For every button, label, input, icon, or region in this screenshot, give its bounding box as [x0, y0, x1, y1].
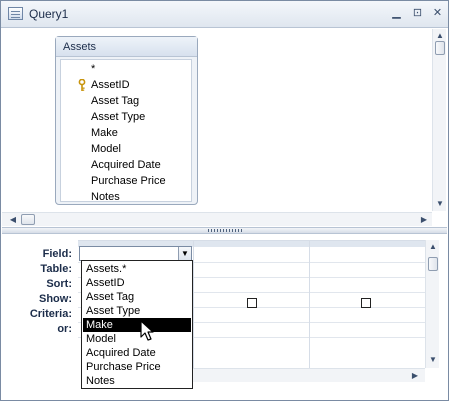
row-label-field: Field:: [42, 248, 72, 260]
mouse-cursor-icon: [140, 320, 154, 341]
field-label: Notes: [91, 191, 120, 203]
dropdown-option-purchase-price[interactable]: Purchase Price: [83, 360, 191, 374]
scroll-up-arrow-icon[interactable]: ▲: [426, 240, 440, 254]
field-list[interactable]: * AssetID Asset Tag Asset Type Make Mode…: [60, 59, 192, 203]
primary-key-icon: [78, 79, 86, 91]
table-title[interactable]: Assets: [56, 37, 197, 57]
field-item-model[interactable]: Model: [61, 142, 191, 158]
field-item-asset-tag[interactable]: Asset Tag: [61, 94, 191, 110]
scroll-thumb[interactable]: [21, 214, 35, 225]
row-label-criteria: Criteria:: [29, 308, 72, 320]
query-icon: [8, 7, 23, 20]
scroll-down-arrow-icon[interactable]: ▼: [426, 353, 440, 367]
grid-line: [309, 241, 310, 369]
scroll-thumb[interactable]: [428, 257, 438, 271]
lower-horizontal-scrollbar[interactable]: ▶: [192, 368, 425, 382]
field-item-acquired-date[interactable]: Acquired Date: [61, 158, 191, 174]
scroll-thumb[interactable]: [435, 41, 445, 55]
query-window: Query1 ▁ ⊡ ✕ Assets * AssetID Asset Tag …: [0, 0, 449, 401]
dropdown-option-model[interactable]: Model: [83, 332, 191, 346]
row-label-table: Table:: [40, 263, 72, 275]
field-dropdown-list[interactable]: Assets.* AssetID Asset Tag Asset Type Ma…: [81, 260, 193, 389]
row-label-show: Show:: [39, 293, 72, 305]
show-checkbox-column-2[interactable]: [247, 298, 257, 308]
field-label: Asset Type: [91, 111, 146, 123]
minimize-button[interactable]: ▁: [390, 7, 403, 19]
table-pane[interactable]: Assets * AssetID Asset Tag Asset Type Ma…: [2, 29, 447, 227]
field-label: AssetID: [91, 79, 130, 91]
splitter-grip-icon[interactable]: [208, 229, 244, 232]
column-selector[interactable]: [310, 241, 426, 247]
field-label: Make: [91, 127, 118, 139]
field-input[interactable]: ▼: [79, 246, 192, 261]
lower-vertical-scrollbar[interactable]: ▲ ▼: [425, 240, 439, 368]
close-button[interactable]: ✕: [431, 7, 444, 19]
field-item-notes[interactable]: Notes: [61, 190, 191, 206]
scroll-down-arrow-icon[interactable]: ▼: [433, 197, 447, 211]
chevron-down-icon[interactable]: ▼: [178, 247, 191, 260]
field-label: *: [91, 63, 96, 75]
field-item-asset-type[interactable]: Asset Type: [61, 110, 191, 126]
restore-button[interactable]: ⊡: [411, 7, 424, 19]
dropdown-option-asset-tag[interactable]: Asset Tag: [83, 290, 191, 304]
row-label-or: or:: [57, 323, 72, 335]
dropdown-option-make[interactable]: Make: [83, 318, 191, 332]
scroll-right-arrow-icon[interactable]: ▶: [408, 369, 422, 383]
field-label: Model: [91, 143, 121, 155]
dropdown-option-notes[interactable]: Notes: [83, 374, 191, 388]
scroll-right-arrow-icon[interactable]: ▶: [417, 213, 431, 227]
dropdown-option-assetid[interactable]: AssetID: [83, 276, 191, 290]
field-label: Acquired Date: [91, 159, 161, 171]
upper-vertical-scrollbar[interactable]: ▲ ▼: [432, 29, 446, 211]
dropdown-option-asset-type[interactable]: Asset Type: [83, 304, 191, 318]
pane-splitter[interactable]: [2, 227, 447, 234]
design-grid-pane[interactable]: Field: Table: Sort: Show: Criteria: or: …: [2, 235, 447, 400]
field-item-star[interactable]: *: [61, 62, 191, 78]
row-label-sort: Sort:: [46, 278, 72, 290]
field-label: Purchase Price: [91, 175, 166, 187]
dropdown-option-acquired-date[interactable]: Acquired Date: [83, 346, 191, 360]
field-label: Asset Tag: [91, 95, 140, 107]
column-selector[interactable]: [194, 241, 310, 247]
dropdown-option-assets-star[interactable]: Assets.*: [83, 262, 191, 276]
show-checkbox-column-3[interactable]: [361, 298, 371, 308]
scroll-left-arrow-icon[interactable]: ◀: [6, 213, 20, 227]
assets-table-box[interactable]: Assets * AssetID Asset Tag Asset Type Ma…: [55, 36, 198, 205]
field-item-assetid[interactable]: AssetID: [61, 78, 191, 94]
field-item-purchase-price[interactable]: Purchase Price: [61, 174, 191, 190]
field-item-make[interactable]: Make: [61, 126, 191, 142]
window-title: Query1: [29, 7, 69, 21]
upper-horizontal-scrollbar[interactable]: ◀ ▶: [2, 212, 432, 226]
grid-line: [193, 241, 194, 369]
title-bar[interactable]: Query1 ▁ ⊡ ✕: [1, 1, 448, 28]
